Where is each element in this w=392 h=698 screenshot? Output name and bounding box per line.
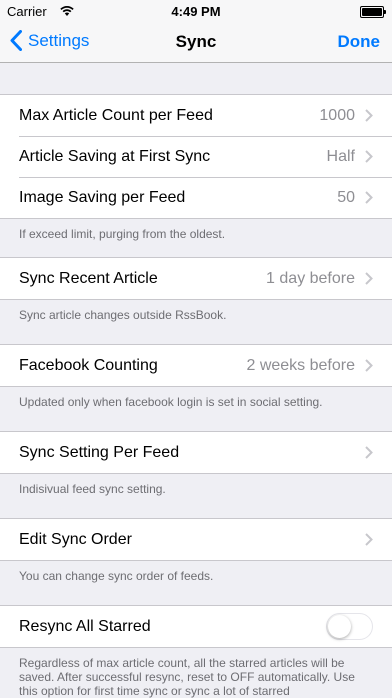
row-value: 1000 [319,106,355,124]
chevron-right-icon [365,109,373,122]
row-value: Half [326,147,355,165]
chevron-right-icon [365,191,373,204]
toggle-knob [328,615,351,638]
section-sync-recent: Sync Recent Article 1 day before [0,257,392,300]
section-footer: Sync article changes outside RssBook. [19,308,227,322]
row-value: 2 weeks before [246,356,355,374]
row-facebook-counting[interactable]: Facebook Counting 2 weeks before [0,345,392,386]
section-footer: Regardless of max article count, all the… [19,656,355,698]
page-title: Sync [175,32,217,51]
row-label: Article Saving at First Sync [19,147,211,165]
row-label: Edit Sync Order [19,530,132,548]
clock: 4:49 PM [171,4,221,19]
battery-icon [360,6,386,18]
resync-toggle[interactable] [326,613,373,640]
chevron-right-icon [365,150,373,163]
row-label: Sync Setting Per Feed [19,443,180,461]
section-footer: You can change sync order of feeds. [19,569,214,583]
row-edit-sync-order[interactable]: Edit Sync Order [0,519,392,560]
section-per-feed: Sync Setting Per Feed [0,431,392,474]
row-image-saving[interactable]: Image Saving per Feed 50 [0,177,392,218]
settings-list: Max Article Count per Feed 1000 Article … [0,63,392,698]
row-article-saving[interactable]: Article Saving at First Sync Half [0,136,392,177]
chevron-right-icon [365,359,373,372]
section-resync: Resync All Starred [0,605,392,648]
row-label: Image Saving per Feed [19,188,186,206]
section-sync-order: Edit Sync Order [0,518,392,561]
row-sync-recent-article[interactable]: Sync Recent Article 1 day before [0,258,392,299]
section-footer: If exceed limit, purging from the oldest… [19,227,226,241]
chevron-right-icon [365,533,373,546]
chevron-right-icon [365,272,373,285]
section-footer: Indisivual feed sync setting. [19,482,166,496]
row-sync-setting-per-feed[interactable]: Sync Setting Per Feed [0,432,392,473]
row-resync-all-starred: Resync All Starred [0,606,392,647]
row-max-article-count[interactable]: Max Article Count per Feed 1000 [0,95,392,136]
row-value: 1 day before [266,269,355,287]
row-value: 50 [337,188,355,206]
section-footer: Updated only when facebook login is set … [19,395,323,409]
chevron-right-icon [365,446,373,459]
row-label: Sync Recent Article [19,269,158,287]
done-button[interactable]: Done [338,32,381,52]
status-bar: Carrier 4:49 PM [0,0,392,22]
row-label: Max Article Count per Feed [19,106,213,124]
row-label: Resync All Starred [19,617,151,635]
row-label: Facebook Counting [19,356,158,374]
section-facebook: Facebook Counting 2 weeks before [0,344,392,387]
navigation-bar: Settings Sync Done [0,22,392,63]
section-article-limits: Max Article Count per Feed 1000 Article … [0,94,392,219]
